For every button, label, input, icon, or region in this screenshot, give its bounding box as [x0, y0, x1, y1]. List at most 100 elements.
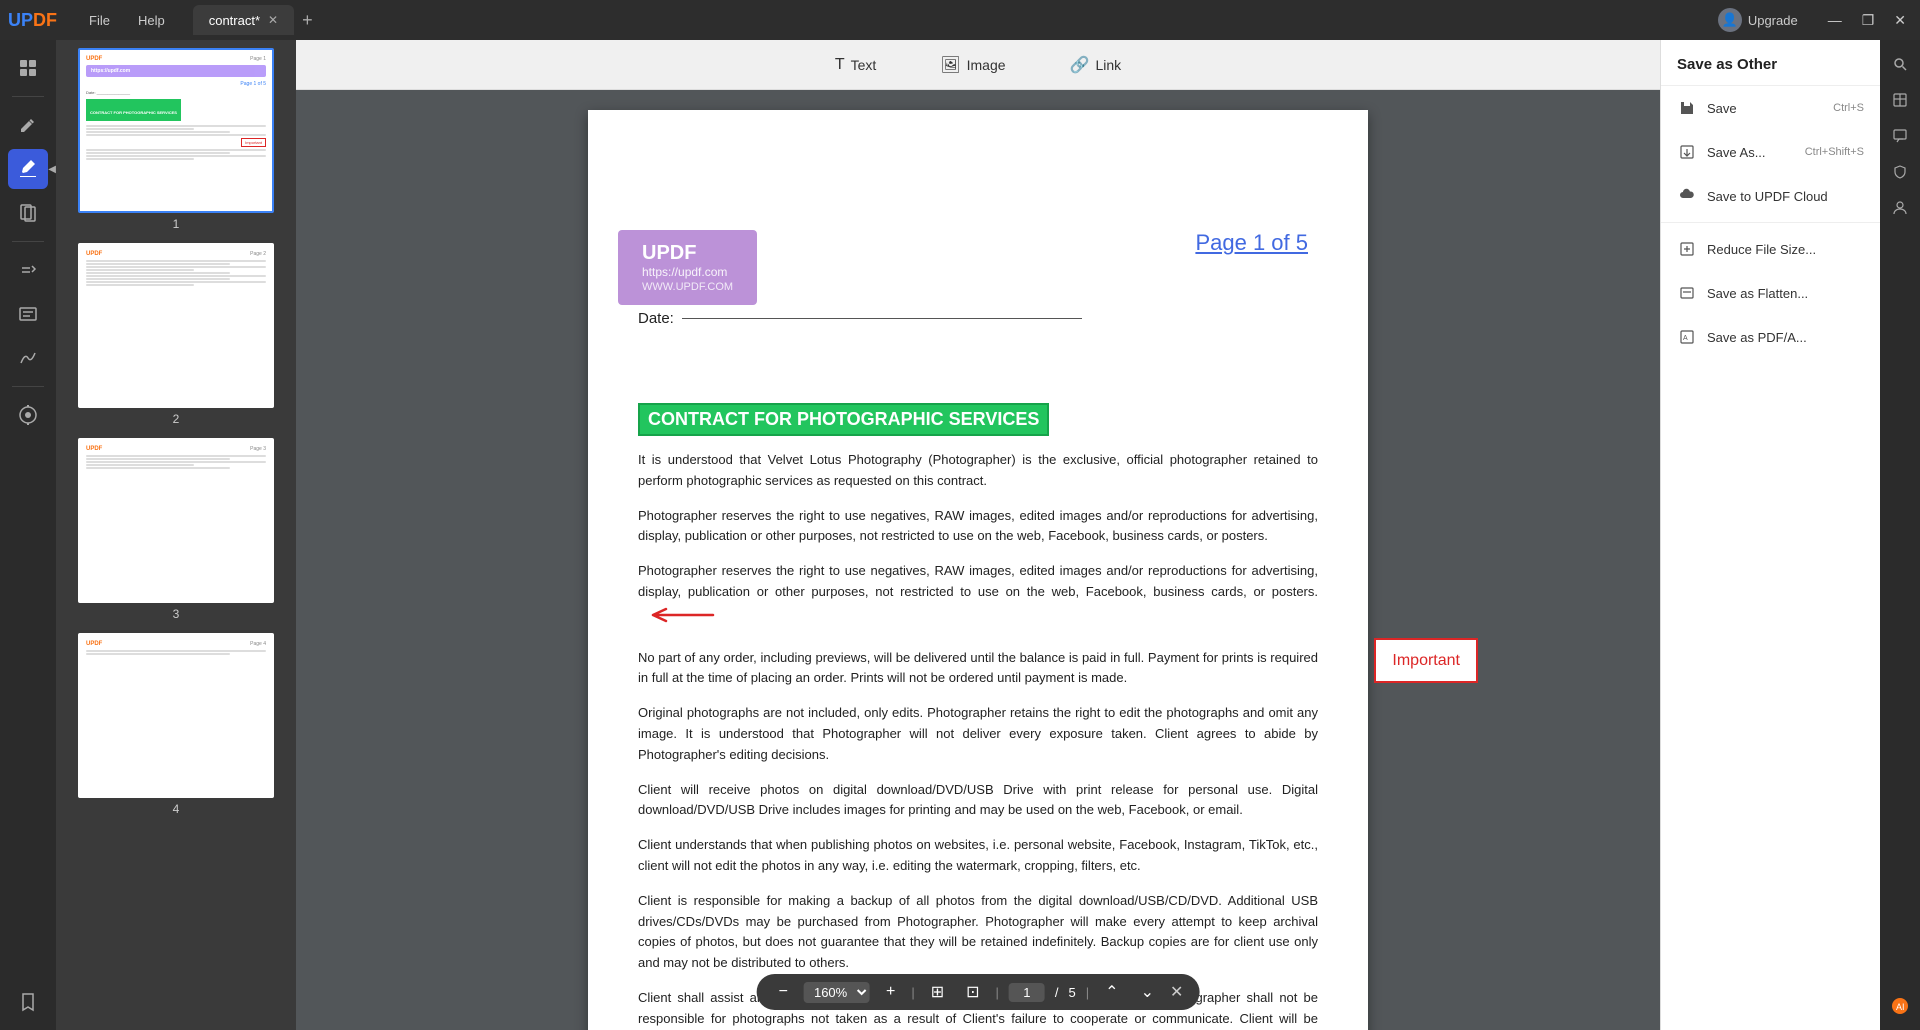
save-label: Save: [1707, 101, 1823, 116]
zoom-close-button[interactable]: ✕: [1170, 982, 1183, 1002]
updf-domain: WWW.UPDF.COM: [642, 281, 733, 293]
save-option-saveas[interactable]: Save As... Ctrl+Shift+S: [1661, 130, 1880, 174]
contract-para-publishing: Client understands that when publishing …: [638, 835, 1318, 877]
zoom-in-button[interactable]: +: [880, 981, 901, 1003]
thumbnail-page-4[interactable]: UPDF Page 4 4: [64, 633, 288, 816]
page-total: 5: [1069, 985, 1076, 1000]
annotation-toolbar: T Text 🖼 Image 🔗 Link: [296, 40, 1660, 90]
toolbar-annotate-icon[interactable]: ◀: [8, 149, 48, 189]
zoom-bar: − 160% + | ⊞ ⊡ | / 5 | ⌃ ⌄ ✕: [757, 974, 1200, 1010]
right-table-icon[interactable]: [1884, 84, 1916, 116]
right-comment-icon[interactable]: [1884, 120, 1916, 152]
toolbar-convert-icon[interactable]: [8, 250, 48, 290]
thumbnail-image-4: UPDF Page 4: [78, 633, 274, 798]
thumbnail-num-4: 4: [173, 802, 180, 816]
toolbar-view-icon[interactable]: [8, 48, 48, 88]
right-panel: AI: [1880, 40, 1920, 1030]
menu-file[interactable]: File: [77, 9, 122, 32]
image-tool-label: Image: [967, 57, 1006, 73]
menu-bar: File Help: [77, 9, 177, 32]
right-search-icon[interactable]: [1884, 48, 1916, 80]
updf-watermark: UPDF https://updf.com WWW.UPDF.COM: [618, 230, 757, 305]
save-panel-title: Save as Other: [1661, 56, 1880, 86]
zoom-out-button[interactable]: −: [773, 981, 794, 1003]
thumbnail-page-1[interactable]: UPDF Page 1 https://updf.com Page 1 of 5…: [64, 48, 288, 231]
toolbar-sign-icon[interactable]: [8, 338, 48, 378]
contract-para-2: Photographer reserves the right to use n…: [638, 506, 1318, 548]
new-tab-button[interactable]: +: [294, 10, 321, 31]
fit-width-button[interactable]: ⊞: [925, 980, 950, 1004]
saveas-label: Save As...: [1707, 145, 1795, 160]
zoom-divider-3: |: [1086, 985, 1089, 1000]
pdfa-icon: A: [1677, 327, 1697, 347]
content-area: T Text 🖼 Image 🔗 Link UPDF https://updf.…: [296, 40, 1660, 1030]
toolbar-edit-icon[interactable]: [8, 105, 48, 145]
cloud-icon: [1677, 186, 1697, 206]
app-logo: UPDF: [8, 10, 57, 31]
toolbar-divider-2: [12, 241, 44, 242]
contract-heading-container: CONTRACT FOR PHOTOGRAPHIC SERVICES: [638, 363, 1318, 436]
fit-page-button[interactable]: ⊡: [960, 980, 985, 1004]
right-person-icon[interactable]: [1884, 192, 1916, 224]
save-option-cloud[interactable]: Save to UPDF Cloud: [1661, 174, 1880, 218]
svg-text:A: A: [1683, 335, 1688, 342]
prev-page-button[interactable]: ⌃: [1099, 980, 1124, 1004]
text-tool[interactable]: T Text: [819, 50, 892, 80]
minimize-button[interactable]: —: [1822, 10, 1848, 31]
menu-help[interactable]: Help: [126, 9, 177, 32]
link-tool-label: Link: [1095, 57, 1121, 73]
date-underline: [682, 318, 1082, 319]
contract-para-payment: No part of any order, including previews…: [638, 648, 1318, 690]
save-icon: [1677, 98, 1697, 118]
right-shield-icon[interactable]: [1884, 156, 1916, 188]
thumbnail-image-2: UPDF Page 2: [78, 243, 274, 408]
toolbar-pages-icon[interactable]: [8, 193, 48, 233]
zoom-divider-1: |: [911, 985, 914, 1000]
page-number-input[interactable]: [1009, 983, 1045, 1002]
close-button[interactable]: ✕: [1888, 10, 1912, 31]
text-tool-icon: T: [835, 56, 845, 74]
tab-close-button[interactable]: ✕: [268, 13, 278, 27]
image-tool[interactable]: 🖼 Image: [924, 49, 1021, 81]
save-shortcut: Ctrl+S: [1833, 102, 1864, 114]
save-option-flatten[interactable]: Save as Flatten...: [1661, 271, 1880, 315]
save-option-pdfa[interactable]: A Save as PDF/A...: [1661, 315, 1880, 359]
svg-text:AI: AI: [1896, 1002, 1905, 1012]
toolbar-bookmark-icon[interactable]: [8, 982, 48, 1022]
thumbnail-page-3[interactable]: UPDF Page 3 3: [64, 438, 288, 621]
link-tool-icon: 🔗: [1070, 55, 1090, 75]
image-tool-icon: 🖼: [940, 55, 960, 75]
thumbnail-num-1: 1: [173, 217, 180, 231]
thumbnail-num-3: 3: [173, 607, 180, 621]
zoom-divider-2: |: [996, 985, 999, 1000]
tab-label: contract*: [209, 13, 260, 28]
tab-contract[interactable]: contract* ✕: [193, 5, 294, 35]
titlebar-right: 👤 Upgrade — ❐ ✕: [1718, 8, 1912, 32]
toolbar-divider-3: [12, 386, 44, 387]
toolbar-divider-1: [12, 96, 44, 97]
link-tool[interactable]: 🔗 Link: [1054, 49, 1138, 81]
flatten-label: Save as Flatten...: [1707, 286, 1864, 301]
maximize-button[interactable]: ❐: [1856, 10, 1881, 31]
page-indicator: Page 1 of 5: [1195, 230, 1308, 256]
right-ai-icon[interactable]: AI: [1884, 990, 1916, 1022]
save-option-reduce[interactable]: Reduce File Size...: [1661, 227, 1880, 271]
next-page-button[interactable]: ⌄: [1135, 980, 1160, 1004]
zoom-level-select[interactable]: 160%: [804, 982, 870, 1003]
toolbar-ai-icon[interactable]: [8, 395, 48, 435]
saveas-shortcut: Ctrl+Shift+S: [1805, 146, 1864, 158]
contract-body: It is understood that Velvet Lotus Photo…: [638, 450, 1318, 1030]
save-panel: Save as Other Save Ctrl+S Save As... Ctr…: [1660, 40, 1880, 1030]
toolbar-arrow-icon: ◀: [48, 164, 56, 175]
flatten-icon: [1677, 283, 1697, 303]
upgrade-button[interactable]: 👤 Upgrade: [1718, 8, 1798, 32]
thumbnail-image-3: UPDF Page 3: [78, 438, 274, 603]
pdf-viewer[interactable]: UPDF https://updf.com WWW.UPDF.COM Page …: [296, 90, 1660, 1030]
date-label: Date:: [638, 310, 674, 327]
saveas-icon: [1677, 142, 1697, 162]
save-option-save[interactable]: Save Ctrl+S: [1661, 86, 1880, 130]
pdf-page: UPDF https://updf.com WWW.UPDF.COM Page …: [588, 110, 1368, 1030]
thumbnail-page-2[interactable]: UPDF Page 2 2: [64, 243, 288, 426]
contract-para-photos: Client will receive photos on digital do…: [638, 780, 1318, 822]
toolbar-ocr-icon[interactable]: [8, 294, 48, 334]
